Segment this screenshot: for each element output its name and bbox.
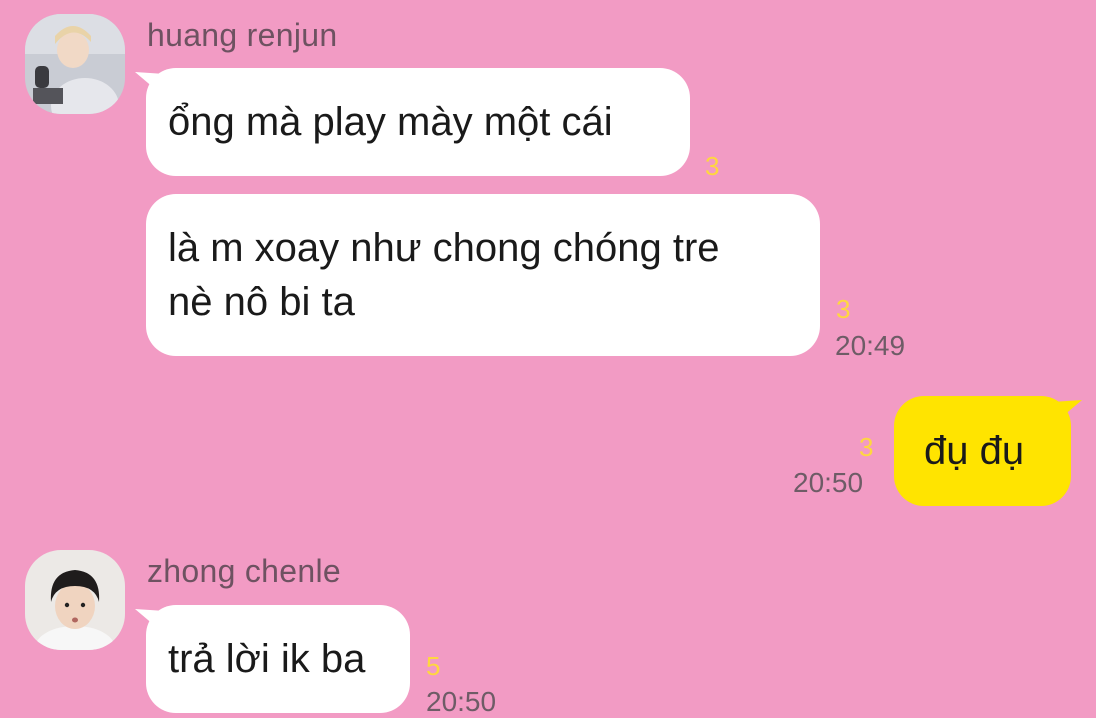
message-time: 20:50 — [793, 467, 864, 498]
bubble-tail — [1052, 400, 1082, 422]
message-text-line: nè nô bi ta — [168, 280, 355, 324]
message-text: ổng mà play mày một cái — [168, 100, 613, 144]
unread-count: 3 — [836, 294, 851, 324]
message-text-line: là m xoay như chong chóng tre — [168, 226, 720, 270]
profile-photo-icon — [25, 14, 125, 114]
message-time: 20:49 — [835, 330, 906, 361]
profile-photo-icon — [25, 550, 125, 650]
message-bubble-outgoing[interactable]: đụ đụ — [894, 396, 1071, 506]
message-text: đụ đụ — [924, 429, 1025, 473]
unread-count: 3 — [859, 432, 874, 462]
sender-name: huang renjun — [147, 17, 338, 53]
message-bubble[interactable]: là m xoay như chong chóng tre nè nô bi t… — [146, 194, 820, 356]
message-bubble[interactable]: trả lời ik ba — [146, 605, 410, 713]
sender-name: zhong chenle — [147, 553, 341, 589]
unread-count: 3 — [705, 151, 720, 181]
unread-count: 5 — [426, 651, 441, 681]
message-bubble[interactable]: ổng mà play mày một cái — [146, 68, 690, 176]
message-time: 20:50 — [426, 686, 497, 717]
avatar-zhong-chenle[interactable] — [25, 550, 125, 650]
message-text: trả lời ik ba — [168, 637, 366, 681]
avatar-huang-renjun[interactable] — [25, 14, 125, 114]
